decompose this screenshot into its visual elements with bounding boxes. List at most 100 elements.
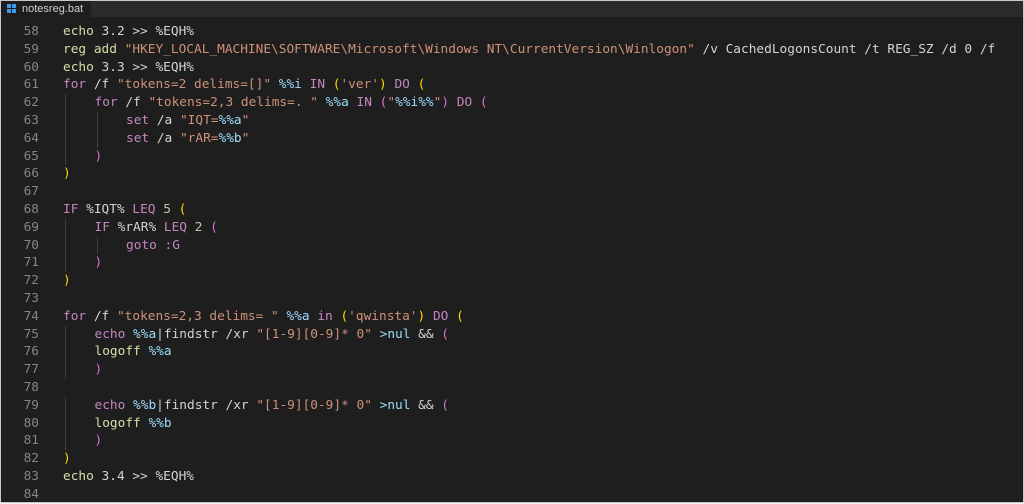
code-line[interactable]: 64 set /a "rAR=%%b": [1, 129, 1023, 148]
code-line[interactable]: 80 logoff %%b: [1, 414, 1023, 433]
line-number: 83: [23, 468, 39, 484]
line-number: 64: [23, 130, 39, 146]
line-code: echo 3.4 >> %EQH%: [63, 468, 194, 486]
code-line[interactable]: 77): [1, 361, 1023, 379]
indent-guide: [65, 254, 66, 273]
code-token: ): [94, 433, 103, 449]
code-token: %%b: [133, 397, 157, 413]
line-number: 68: [23, 201, 39, 217]
line-number: 77: [23, 362, 39, 378]
code-token: DO: [432, 308, 449, 324]
code-line[interactable]: 68 IF %IQT% LEQ 5 (: [1, 201, 1023, 219]
indent-guide: [65, 396, 66, 415]
indent-guide: [65, 361, 66, 379]
code-line[interactable]: 78: [1, 379, 1023, 397]
code-token: (: [178, 201, 187, 217]
line-number: 74: [23, 308, 39, 324]
line-code: echo 3.3 >> %EQH%: [63, 59, 194, 77]
code-line[interactable]: 81): [1, 432, 1023, 451]
code-token: "[1-9][0-9]* 0": [256, 326, 372, 342]
line-code: goto :G: [126, 237, 180, 255]
line-number: 72: [23, 273, 39, 289]
line-number: 62: [23, 95, 39, 111]
tab-notesreg-bat[interactable]: notesreg.bat: [1, 1, 92, 17]
line-number: 70: [23, 237, 39, 253]
code-line[interactable]: 70 goto :G: [1, 236, 1023, 255]
code-line[interactable]: 79 echo %%b|findstr /xr "[1-9][0-9]* 0" >…: [1, 396, 1023, 415]
line-number: 82: [23, 451, 39, 467]
code-token: %%a: [286, 308, 310, 324]
indent-guide: [65, 343, 66, 362]
code-line[interactable]: 82): [1, 450, 1023, 468]
code-token: (: [479, 95, 488, 111]
code-token: DO: [456, 95, 473, 111]
indent-guide: [65, 111, 66, 130]
code-token: echo: [94, 397, 126, 413]
code-token: ): [63, 166, 71, 182]
code-line[interactable]: 61 for /f "tokens=2 delims=[]" %%i IN ('v…: [1, 76, 1023, 94]
code-token: (: [210, 219, 218, 235]
code-token: 'qwinsta': [348, 308, 418, 324]
code-token: LEQ: [163, 219, 187, 235]
code-token: %%a: [325, 95, 349, 111]
code-line[interactable]: 75 echo %%a|findstr /xr "[1-9][0-9]* 0" >…: [1, 325, 1023, 344]
code-line[interactable]: 60 echo 3.3 >> %EQH%: [1, 59, 1023, 77]
line-number: 67: [23, 184, 39, 200]
code-editor[interactable]: 58 echo 3.2 >> %EQH% 59 reg add "HKEY_LOCAL…: [1, 19, 1023, 502]
line-code: echo %%b|findstr /xr "[1-9][0-9]* 0" >nu…: [95, 397, 450, 415]
line-number: 69: [23, 219, 39, 235]
code-line[interactable]: 58 echo 3.2 >> %EQH%: [1, 23, 1023, 41]
code-line[interactable]: 66): [1, 165, 1023, 183]
line-number: 59: [23, 41, 39, 57]
code-token: for: [63, 308, 87, 324]
code-token: set: [126, 112, 150, 128]
code-token: 3.4 >> %EQH%: [93, 468, 194, 484]
code-line[interactable]: 74 for /f "tokens=2,3 delims= " %%a in ('…: [1, 308, 1023, 326]
code-token: "[1-9][0-9]* 0": [256, 397, 372, 413]
code-token: /f: [86, 77, 117, 93]
code-line[interactable]: 72): [1, 272, 1023, 290]
code-token: |findstr /xr: [156, 326, 257, 342]
code-line[interactable]: 84: [1, 486, 1023, 504]
indent-guide: [65, 129, 66, 148]
line-number: 71: [23, 255, 39, 271]
code-line[interactable]: 63 set /a "IQT=%%a": [1, 111, 1023, 130]
line-code: for /f "tokens=2 delims=[]" %%i IN ('ver…: [63, 76, 425, 94]
code-token: 5: [163, 201, 171, 217]
line-code: logoff %%b: [95, 415, 172, 433]
code-line[interactable]: 62 for /f "tokens=2,3 delims=. " %%a IN (…: [1, 94, 1023, 112]
line-code: ): [95, 361, 103, 379]
code-token: echo: [94, 326, 126, 342]
code-token: (: [340, 308, 349, 324]
line-number: 80: [23, 415, 39, 431]
code-token: /a: [149, 112, 180, 128]
code-line[interactable]: 76 logoff %%a: [1, 343, 1023, 362]
code-line[interactable]: 59 reg add "HKEY_LOCAL_MACHINE\SOFTWARE\M…: [1, 41, 1023, 59]
code-line[interactable]: 67: [1, 183, 1023, 201]
code-token: ): [94, 148, 103, 164]
code-token: %IQT%: [78, 201, 133, 217]
code-line[interactable]: 83 echo 3.4 >> %EQH%: [1, 468, 1023, 486]
code-token: %%i: [278, 77, 302, 93]
line-code: ): [63, 272, 71, 290]
code-line[interactable]: 73: [1, 290, 1023, 308]
code-token: &&: [410, 397, 442, 413]
code-token: ): [63, 273, 71, 289]
code-line[interactable]: 65): [1, 147, 1023, 166]
code-token: %%b: [218, 130, 242, 146]
line-code: ): [63, 450, 71, 468]
line-number: 61: [23, 77, 39, 93]
code-token: ): [94, 362, 103, 378]
code-line[interactable]: 69 IF %rAR% LEQ 2 (: [1, 218, 1023, 237]
line-number: 60: [23, 59, 39, 75]
code-line[interactable]: 71): [1, 254, 1023, 273]
code-token: "IQT=: [179, 112, 219, 128]
line-code: IF %IQT% LEQ 5 (: [63, 201, 186, 219]
